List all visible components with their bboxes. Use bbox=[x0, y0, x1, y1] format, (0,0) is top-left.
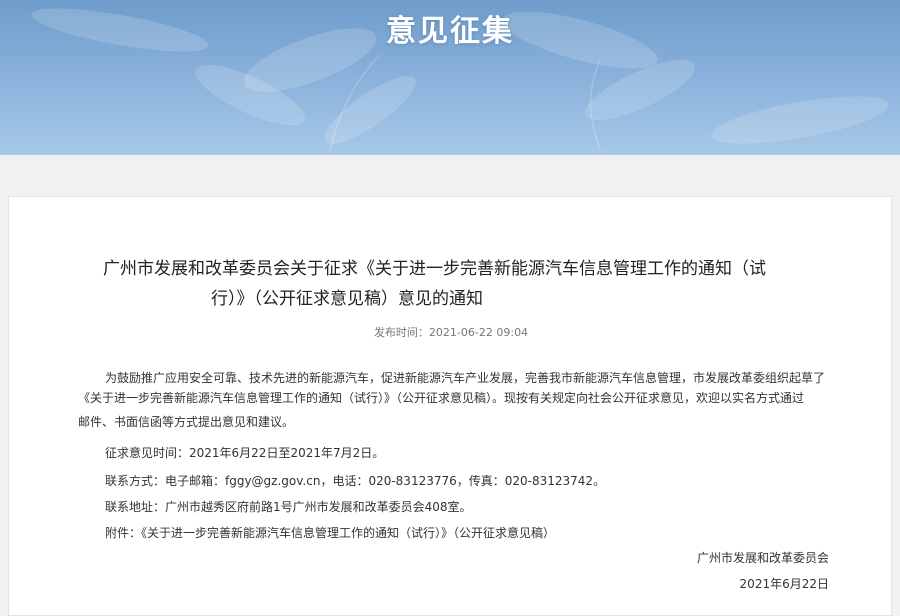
signature-date: 2021年6月22日 bbox=[739, 577, 829, 591]
article-title-line-2: 行）》（公开征求意见稿）意见的通知 bbox=[211, 289, 483, 309]
intro-paragraph-line-3: 邮件、书面信函等方式提出意见和建议。 bbox=[78, 415, 295, 429]
attachment-row: 附件：《关于进一步完善新能源汽车信息管理工作的通知（试行）》（公开征求意见稿） bbox=[105, 523, 555, 543]
article-card: 广州市发展和改革委员会关于征求《关于进一步完善新能源汽车信息管理工作的通知（试 … bbox=[8, 196, 892, 616]
banner-title: 意见征集 bbox=[386, 14, 514, 49]
intro-paragraph-line-1: 为鼓励推广应用安全可靠、技术先进的新能源汽车，促进新能源汽车产业发展，完善我市新… bbox=[105, 371, 826, 385]
consultation-period: 征求意见时间：2021年6月22日至2021年7月2日。 bbox=[105, 446, 385, 460]
attachment-link[interactable]: 《关于进一步完善新能源汽车信息管理工作的通知（试行）》（公开征求意见稿） bbox=[141, 526, 555, 540]
attachment-label: 附件： bbox=[105, 526, 142, 540]
article-title-line-1: 广州市发展和改革委员会关于征求《关于进一步完善新能源汽车信息管理工作的通知（试 bbox=[103, 259, 766, 279]
signature-organization: 广州市发展和改革委员会 bbox=[696, 551, 829, 565]
publish-time: 发布时间：2021-06-22 09:04 bbox=[373, 326, 529, 339]
contact-address: 联系地址：广州市越秀区府前路1号广州市发展和改革委员会408室。 bbox=[105, 500, 472, 514]
intro-paragraph-line-2: 《关于进一步完善新能源汽车信息管理工作的通知（试行）》（公开征求意见稿）。现按有… bbox=[78, 391, 805, 405]
article-title: 广州市发展和改革委员会关于征求《关于进一步完善新能源汽车信息管理工作的通知（试 … bbox=[103, 254, 803, 314]
contact-info: 联系方式：电子邮箱：fggy@gz.gov.cn，电话：020-83123776… bbox=[105, 474, 606, 488]
header-banner: 意见征集 bbox=[0, 0, 900, 155]
